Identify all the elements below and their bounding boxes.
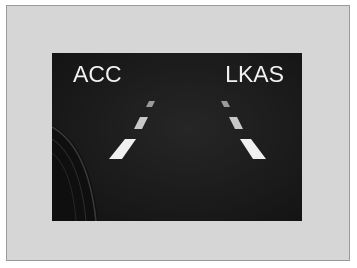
instrument-display: ACC LKAS: [52, 53, 302, 221]
acc-indicator: ACC: [73, 61, 122, 87]
lkas-indicator: LKAS: [225, 61, 284, 87]
figure-frame: ACC LKAS: [6, 5, 350, 261]
